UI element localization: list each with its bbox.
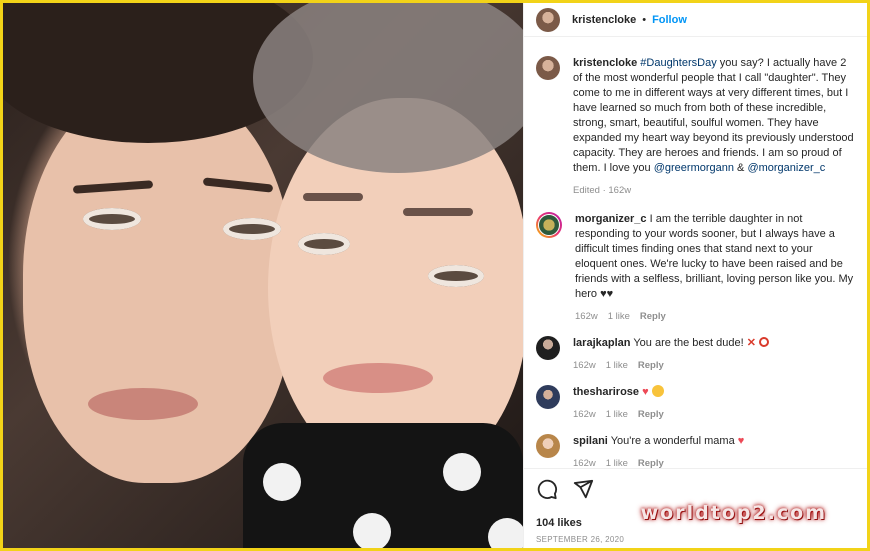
caption-body: you say? I actually have 2 of the most w… xyxy=(573,57,854,174)
comment-time[interactable]: 162w xyxy=(575,311,598,322)
comment-body: I am the terrible daughter in not respon… xyxy=(575,213,854,300)
caption-meta-text: Edited · 162w xyxy=(573,185,632,196)
comments-list[interactable]: kristencloke #DaughtersDay you say? I ac… xyxy=(524,43,867,468)
comment-icon[interactable] xyxy=(536,478,558,503)
caption-username[interactable]: kristencloke xyxy=(573,57,637,69)
comment-meta: 162w 1 like Reply xyxy=(573,458,856,468)
photo-lips xyxy=(323,363,433,393)
comment-likes[interactable]: 1 like xyxy=(608,311,630,322)
reply-button[interactable]: Reply xyxy=(638,409,664,420)
follow-button[interactable]: Follow xyxy=(652,14,687,26)
caption-meta: Edited · 162w xyxy=(573,185,856,196)
post-photo[interactable] xyxy=(3,3,523,548)
reply-button[interactable]: Reply xyxy=(638,458,664,468)
comment-username[interactable]: larajkaplan xyxy=(573,337,630,349)
author-username[interactable]: kristencloke xyxy=(572,14,636,26)
comment-text: thesharirose ♥ xyxy=(573,385,856,400)
share-icon[interactable] xyxy=(572,478,594,503)
comment-time[interactable]: 162w xyxy=(573,360,596,371)
photo-brow xyxy=(303,193,363,201)
watermark: worldtop2.com xyxy=(640,502,827,524)
caption-hashtag[interactable]: #DaughtersDay xyxy=(640,57,716,69)
comment-text: larajkaplan You are the best dude! ✕ xyxy=(573,336,856,351)
dress-dot xyxy=(443,453,481,491)
author-avatar[interactable] xyxy=(536,7,560,32)
smiling-face-icon xyxy=(651,385,664,397)
red-heart-icon: ♥ xyxy=(737,435,745,447)
photo-face-left xyxy=(23,83,293,483)
reply-button[interactable]: Reply xyxy=(638,360,664,371)
dress-dot xyxy=(488,518,523,548)
comment-body: You are the best dude! xyxy=(630,337,747,349)
dress-dot xyxy=(263,463,301,501)
mention-greermorgann[interactable]: @greermorgann xyxy=(654,162,734,174)
photo-eye xyxy=(298,233,350,255)
red-heart-icon: ♥ xyxy=(642,386,649,398)
comment-item: morganizer_c I am the terrible daughter … xyxy=(536,212,856,322)
black-heart-icon: ♥ xyxy=(606,288,614,300)
comment-likes[interactable]: 1 like xyxy=(606,409,628,420)
post-header: kristencloke • Follow xyxy=(524,3,867,37)
comment-avatar[interactable] xyxy=(536,434,560,458)
comment-text: morganizer_c I am the terrible daughter … xyxy=(575,212,856,302)
photo-brow xyxy=(403,208,473,216)
photo-eye xyxy=(428,265,484,287)
action-bar xyxy=(536,477,856,503)
comment-time[interactable]: 162w xyxy=(573,409,596,420)
photo-lips xyxy=(88,388,198,420)
mention-morganizer[interactable]: @morganizer_c xyxy=(747,162,825,174)
comment-meta: 162w 1 like Reply xyxy=(575,311,856,322)
reply-button[interactable]: Reply xyxy=(640,311,666,322)
comment-text: spilani You're a wonderful mama ♥ xyxy=(573,434,856,449)
comment-item: larajkaplan You are the best dude! ✕ 162… xyxy=(536,336,856,371)
circle-icon xyxy=(758,337,769,347)
comment-avatar[interactable] xyxy=(536,336,560,360)
comment-meta: 162w 1 like Reply xyxy=(573,360,856,371)
comment-likes[interactable]: 1 like xyxy=(606,360,628,371)
caption: kristencloke #DaughtersDay you say? I ac… xyxy=(536,56,856,196)
comment-username[interactable]: thesharirose xyxy=(573,386,639,398)
caption-avatar[interactable] xyxy=(536,56,560,80)
comment-item: thesharirose ♥ 162w 1 like Reply xyxy=(536,385,856,420)
comment-body: You're a wonderful mama xyxy=(607,435,738,447)
comment-item: spilani You're a wonderful mama ♥ 162w 1… xyxy=(536,434,856,468)
comment-meta: 162w 1 like Reply xyxy=(573,409,856,420)
comment-avatar[interactable] xyxy=(536,385,560,409)
comment-username[interactable]: morganizer_c xyxy=(575,213,647,225)
screenshot-frame: kristencloke • Follow kristencloke #Daug… xyxy=(0,0,870,551)
photo-eye xyxy=(223,218,281,240)
comment-time[interactable]: 162w xyxy=(573,458,596,468)
dress-dot xyxy=(353,513,391,548)
comment-avatar xyxy=(538,214,560,236)
caption-text: kristencloke #DaughtersDay you say? I ac… xyxy=(573,56,856,176)
photo-eye xyxy=(83,208,141,230)
photo-dress xyxy=(243,423,523,548)
comment-username[interactable]: spilani xyxy=(573,435,608,447)
cross-mark-icon: ✕ xyxy=(746,337,756,349)
comment-avatar-story[interactable] xyxy=(536,212,562,238)
comment-likes[interactable]: 1 like xyxy=(606,458,628,468)
photo-hair-right xyxy=(253,3,523,173)
post-details-panel: kristencloke • Follow kristencloke #Daug… xyxy=(523,3,867,548)
header-separator: • xyxy=(642,13,647,26)
caption-amp: & xyxy=(733,162,748,174)
post-date[interactable]: SEPTEMBER 26, 2020 xyxy=(536,535,856,544)
